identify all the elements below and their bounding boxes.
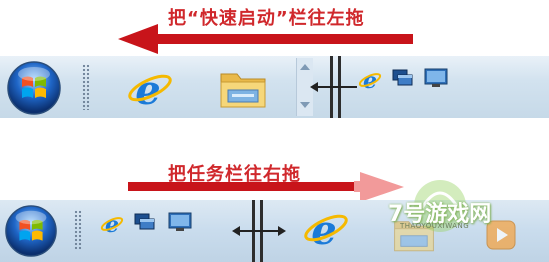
resize-bidirectional-arrow-icon [232, 226, 286, 236]
watermark-sub-text: THAOYOUXIWANG [400, 222, 470, 230]
windows-explorer-icon[interactable] [218, 66, 268, 110]
toolbar-grip[interactable] [82, 64, 90, 110]
top-taskbar: e e [0, 56, 549, 118]
internet-explorer-icon[interactable]: e [358, 68, 382, 92]
start-orb-icon[interactable] [4, 204, 58, 258]
svg-text:e: e [363, 68, 377, 92]
switch-windows-icon[interactable] [392, 68, 414, 88]
start-orb-icon[interactable] [6, 60, 62, 116]
scroll-down-icon[interactable] [300, 102, 310, 108]
switch-windows-icon[interactable] [134, 212, 156, 232]
internet-explorer-icon[interactable]: e [302, 206, 348, 250]
svg-text:e: e [105, 212, 119, 236]
drag-left-arrow-icon [118, 24, 413, 54]
internet-explorer-icon[interactable]: e [100, 212, 124, 236]
internet-explorer-icon[interactable]: e [126, 66, 172, 110]
svg-text:e: e [135, 67, 160, 110]
drag-right-arrow-icon [128, 172, 404, 202]
toolbar-grip[interactable] [74, 210, 82, 250]
show-desktop-icon[interactable] [424, 68, 448, 88]
svg-text:e: e [311, 207, 336, 250]
scroll-up-icon[interactable] [300, 64, 310, 70]
resize-left-arrow-icon [310, 82, 357, 92]
show-desktop-icon[interactable] [168, 212, 192, 232]
